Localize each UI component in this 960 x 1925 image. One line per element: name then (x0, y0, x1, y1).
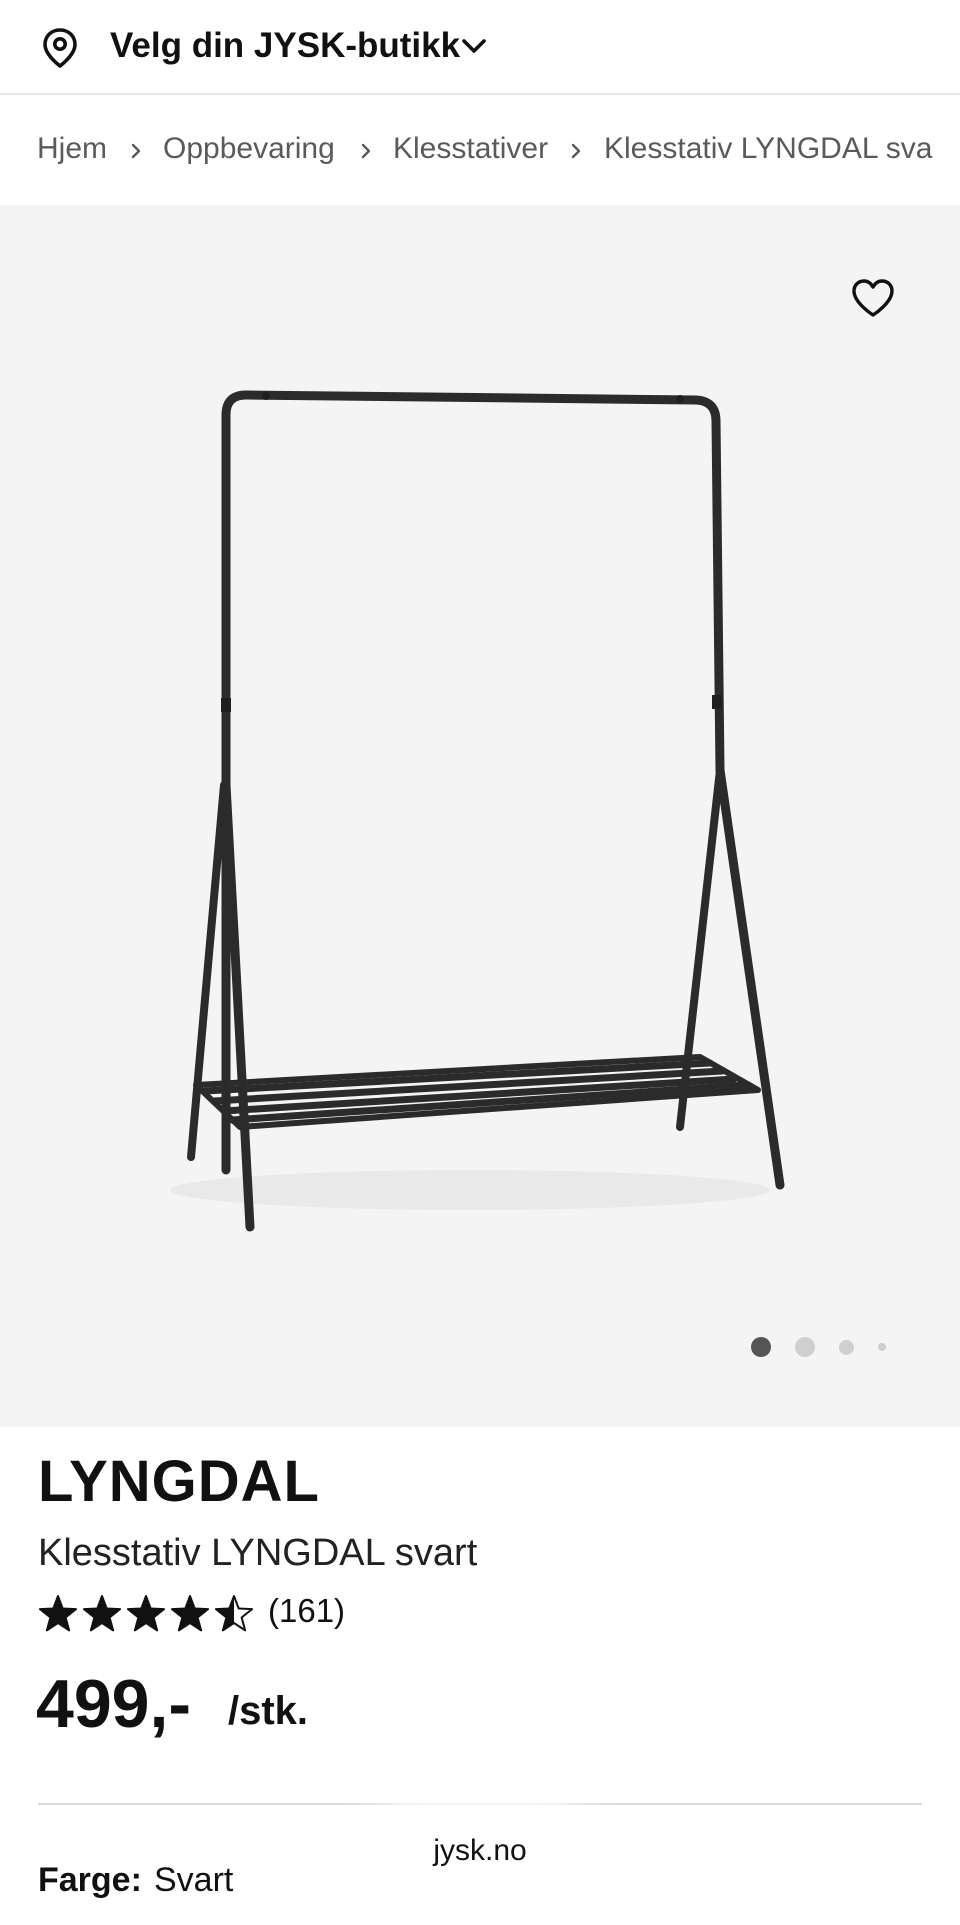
gallery-pagination (748, 1332, 898, 1362)
breadcrumb-item-hjem[interactable]: Hjem (37, 129, 107, 169)
rating-star-icon (214, 1595, 254, 1632)
chevron-down-icon (462, 39, 486, 53)
gallery-dot-2[interactable] (795, 1337, 815, 1357)
product-brand: LYNGDAL (38, 1449, 320, 1514)
product-gallery[interactable] (0, 205, 960, 1427)
color-label: Farge: (38, 1861, 142, 1899)
store-selector-label: Velg din JYSK-butikk (110, 26, 461, 65)
favorite-heart-icon[interactable] (850, 277, 896, 319)
rating-star-icon (170, 1595, 210, 1632)
browser-url-pill[interactable]: jysk.no (385, 1813, 575, 1889)
breadcrumb: Hjem Oppbevaring Klesstativer Klesstativ… (0, 97, 960, 205)
chevron-right-icon (361, 143, 371, 159)
color-value: Svart (154, 1861, 234, 1899)
product-price: 499,- (36, 1666, 191, 1742)
browser-url: jysk.no (433, 1834, 527, 1867)
rating-stars[interactable] (38, 1592, 258, 1636)
rating-star-icon (126, 1595, 166, 1632)
clothes-rack-product-image (170, 390, 785, 1232)
rating-star-icon (38, 1595, 78, 1632)
location-pin-icon (43, 28, 77, 68)
gallery-dot-3[interactable] (839, 1340, 854, 1355)
gallery-dot-4[interactable] (878, 1343, 886, 1351)
chevron-right-icon (131, 143, 141, 159)
divider (38, 1803, 922, 1805)
chevron-right-icon (571, 143, 581, 159)
breadcrumb-item-oppbevaring[interactable]: Oppbevaring (163, 129, 335, 169)
rating-star-icon (82, 1595, 122, 1632)
breadcrumb-item-current[interactable]: Klesstativ LYNGDAL sva (604, 129, 932, 169)
price-unit: /stk. (228, 1689, 309, 1733)
store-selector[interactable]: Velg din JYSK-butikk (0, 0, 960, 95)
review-count[interactable]: (161) (268, 1590, 345, 1632)
breadcrumb-item-klesstativer[interactable]: Klesstativer (393, 129, 548, 169)
gallery-dot-1[interactable] (751, 1337, 771, 1357)
product-name: Klesstativ LYNGDAL svart (38, 1532, 478, 1574)
